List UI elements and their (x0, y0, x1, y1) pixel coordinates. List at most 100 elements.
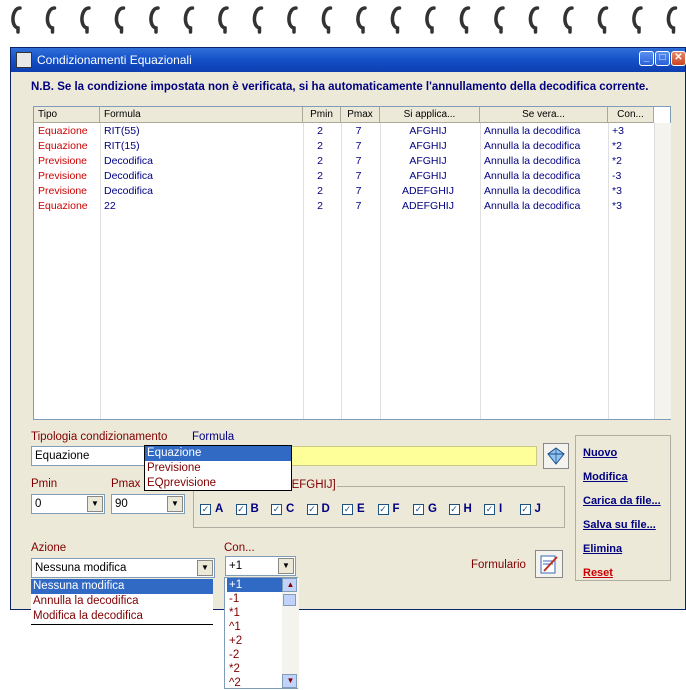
con-select[interactable]: +1 ▼ (225, 556, 296, 576)
notice-text: N.B. Se la condizione impostata non è ve… (31, 81, 649, 93)
scroll-thumb[interactable] (283, 594, 296, 606)
table-cell: *2 (612, 155, 622, 167)
azione-value: Nessuna modifica (35, 562, 127, 574)
diamond-button[interactable] (543, 443, 569, 469)
column-header[interactable]: Con... (608, 107, 654, 123)
chevron-down-icon[interactable]: ▼ (87, 496, 103, 512)
letter-checkbox[interactable]: ✓ (235, 504, 247, 515)
table-cell: Annulla la decodifica (484, 140, 581, 152)
table-cell: Equazione (38, 200, 88, 212)
tipologia-dropdown-list: Equazione Previsione EQprevisione (144, 445, 292, 491)
pmax-value: 90 (115, 498, 128, 510)
letter-checkbox[interactable]: ✓ (271, 504, 282, 515)
close-button[interactable]: ✕ (671, 51, 686, 66)
letter-checkbox[interactable]: ✓ (377, 504, 389, 515)
table-cell: Annulla la decodifica (484, 185, 581, 197)
maximize-button[interactable]: □ (655, 51, 670, 66)
reset-button[interactable]: Reset (583, 567, 613, 579)
title-bar: Condizionamenti Equazionali _ □ ✕ (11, 48, 686, 72)
letter-checkbox[interactable]: ✓ (484, 504, 495, 515)
column-header[interactable]: Pmin (303, 107, 341, 123)
dropdown-option[interactable]: EQprevisione (145, 476, 291, 491)
dropdown-option[interactable]: ^2 (227, 676, 283, 690)
formulario-button[interactable] (535, 550, 563, 578)
letter-checkbox[interactable]: ✓ (200, 504, 211, 515)
column-header[interactable]: Tipo (34, 107, 100, 123)
dropdown-option[interactable]: Previsione (145, 461, 291, 476)
chevron-up-icon[interactable]: ▲ (282, 578, 297, 592)
table-cell: 7 (355, 170, 362, 182)
con-list-scrollbar[interactable]: ▲ ▼ (282, 578, 299, 688)
salva-file-button[interactable]: Salva su file... (583, 519, 656, 531)
pmin-select[interactable]: 0 ▼ (31, 494, 105, 514)
table-cell: Annulla la decodifica (484, 155, 581, 167)
table-row[interactable]: Equazione RIT(55) 2 7 AFGHIJ Annulla la decod… (34, 124, 654, 139)
table-row[interactable]: Equazione 22 2 7 ADEFGHIJ Annulla la decodifi… (34, 199, 654, 214)
minimize-button[interactable]: _ (639, 51, 654, 66)
window-title: Condizionamenti Equazionali (37, 53, 192, 67)
dropdown-option[interactable]: Nessuna modifica (31, 579, 213, 594)
dropdown-option[interactable]: +1 (227, 578, 283, 592)
letter-checkbox[interactable]: ✓ (306, 504, 318, 515)
letter-label: H (463, 503, 472, 515)
letter-checkbox[interactable]: ✓ (413, 504, 424, 515)
pmax-select[interactable]: 90 ▼ (111, 494, 185, 514)
letter-checkbox[interactable]: ✓ (519, 504, 531, 515)
table-row[interactable]: Previsione Decodifica 2 7 AFGHIJ Annulla la d… (34, 169, 654, 184)
letter-label: C (286, 503, 295, 515)
column-header[interactable]: Formula (100, 107, 303, 123)
table-cell: 7 (355, 200, 362, 212)
table-row[interactable]: Previsione Decodifica 2 7 AFGHIJ Annulla la d… (34, 154, 654, 169)
carica-file-button[interactable]: Carica da file... (583, 495, 661, 507)
chevron-down-icon[interactable]: ▼ (282, 674, 297, 688)
table-cell: AFGHIJ (409, 155, 447, 167)
dropdown-option[interactable]: ^1 (227, 620, 283, 634)
chevron-down-icon[interactable]: ▼ (167, 496, 183, 512)
column-header[interactable]: Si applica... (380, 107, 480, 123)
dropdown-option[interactable]: Equazione (145, 446, 291, 461)
table-cell: Annulla la decodifica (484, 170, 581, 182)
elimina-button[interactable]: Elimina (583, 543, 622, 555)
modifica-button[interactable]: Modifica (583, 471, 628, 483)
letter-label: I (499, 503, 503, 515)
table-cell: ADEFGHIJ (402, 185, 454, 197)
table-row[interactable]: Equazione RIT(15) 2 7 AFGHIJ Annulla la decod… (34, 139, 654, 154)
azione-select[interactable]: Nessuna modifica ▼ (31, 558, 215, 578)
letter-checkbox[interactable]: ✓ (448, 504, 460, 515)
pmin-label: Pmin (31, 478, 58, 490)
column-header[interactable]: Se vera... (480, 107, 608, 123)
formula-input[interactable] (291, 446, 537, 466)
nuovo-button[interactable]: Nuovo (583, 447, 617, 459)
table-cell: -3 (612, 170, 622, 182)
table-cell: RIT(15) (104, 140, 140, 152)
table-row[interactable]: Previsione Decodifica 2 7 ADEFGHIJ Annulla la… (34, 184, 654, 199)
dropdown-option[interactable]: Modifica la decodifica (31, 609, 213, 624)
table-cell: +3 (612, 125, 624, 137)
column-header[interactable]: Pmax (341, 107, 380, 123)
dropdown-option[interactable]: Annulla la decodifica (31, 594, 213, 609)
letter-label: A (215, 503, 224, 515)
table-cell: 2 (317, 140, 323, 152)
table-cell: 2 (317, 125, 323, 137)
table-cell: Equazione (38, 140, 88, 152)
dropdown-option[interactable]: +2 (227, 634, 283, 648)
tipologia-select[interactable]: Equazione (31, 446, 149, 466)
dropdown-option[interactable]: -2 (227, 648, 283, 662)
letter-checkbox[interactable]: ✓ (342, 504, 353, 515)
table-cell: AFGHIJ (409, 170, 447, 182)
dropdown-option[interactable]: *2 (227, 662, 283, 676)
table-scrollbar[interactable] (654, 123, 671, 419)
letter-label: G (428, 503, 437, 515)
table-cell: Previsione (38, 185, 88, 197)
azione-label: Azione (31, 542, 67, 554)
formulario-label: Formulario (471, 559, 526, 571)
dropdown-option[interactable]: -1 (227, 592, 283, 606)
table-cell: *2 (612, 140, 622, 152)
table-cell: 2 (317, 170, 323, 182)
conditions-table[interactable]: Tipo Formula Pmin Pmax Si applica... Se vera.… (33, 106, 671, 420)
chevron-down-icon[interactable]: ▼ (278, 558, 294, 574)
letter-label: B (250, 503, 259, 515)
chevron-down-icon[interactable]: ▼ (197, 560, 213, 576)
table-cell: AFGHIJ (409, 125, 447, 137)
dropdown-option[interactable]: *1 (227, 606, 283, 620)
